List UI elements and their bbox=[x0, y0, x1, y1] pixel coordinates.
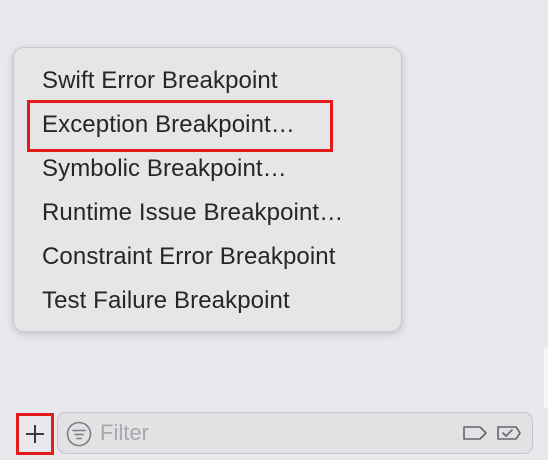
menu-item-runtime-issue-breakpoint[interactable]: Runtime Issue Breakpoint… bbox=[42, 193, 343, 233]
menu-item-test-failure-breakpoint[interactable]: Test Failure Breakpoint bbox=[42, 281, 290, 321]
plus-icon bbox=[26, 425, 44, 443]
menu-item-constraint-error-breakpoint[interactable]: Constraint Error Breakpoint bbox=[42, 237, 336, 277]
tag-icon[interactable] bbox=[462, 425, 488, 441]
add-breakpoint-menu: Swift Error Breakpoint Exception Breakpo… bbox=[13, 47, 402, 332]
breakpoint-navigator: Swift Error Breakpoint Exception Breakpo… bbox=[0, 0, 548, 460]
bottom-toolbar bbox=[0, 408, 548, 460]
filter-input[interactable] bbox=[100, 419, 440, 447]
add-breakpoint-button[interactable] bbox=[16, 413, 54, 455]
check-tag-icon[interactable] bbox=[496, 425, 522, 441]
menu-item-swift-error-breakpoint[interactable]: Swift Error Breakpoint bbox=[42, 61, 278, 101]
filter-field bbox=[57, 412, 533, 454]
menu-item-symbolic-breakpoint[interactable]: Symbolic Breakpoint… bbox=[42, 149, 287, 189]
highlight-box-exception-breakpoint bbox=[27, 100, 333, 152]
filter-lines-icon[interactable] bbox=[66, 421, 92, 447]
adjacent-panel-edge bbox=[544, 348, 548, 408]
